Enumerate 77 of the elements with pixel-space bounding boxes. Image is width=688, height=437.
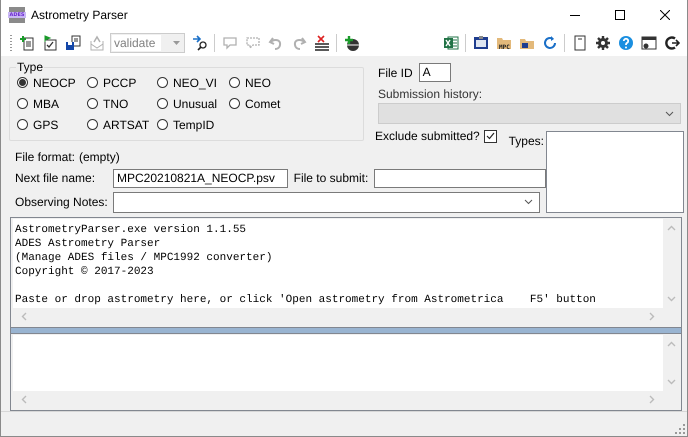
field-label: Observing Notes: <box>15 195 109 209</box>
radio-option[interactable]: Unusual <box>157 95 229 112</box>
radio-label: PCCP <box>103 76 136 90</box>
radio-label: NEOCP <box>33 76 76 90</box>
radio-button[interactable] <box>87 77 98 88</box>
field-label: Types: <box>508 134 544 148</box>
output-pane[interactable] <box>10 333 682 411</box>
radio-label: MBA <box>33 96 60 110</box>
help-icon <box>618 35 634 51</box>
radio-label: Comet <box>245 96 280 110</box>
radio-label: GPS <box>33 118 58 132</box>
radio-option[interactable]: TNO <box>87 95 157 112</box>
radio-option[interactable]: TempID <box>157 116 229 133</box>
spreadsheet-icon <box>442 35 458 51</box>
radio-button[interactable] <box>87 119 98 130</box>
globe-plus-icon <box>344 35 360 51</box>
radio-button[interactable] <box>17 98 28 109</box>
radio-label: NEO <box>245 76 272 90</box>
settings-icon <box>594 35 610 51</box>
radio-button[interactable] <box>17 119 28 130</box>
radio-button[interactable] <box>157 98 168 109</box>
checkbox[interactable] <box>484 130 497 142</box>
log-text: AstrometryParser.exe version 1.1.55 ADES Astrometry Parser (Manage ADES files / MPC1992 converter) Copyright © 2017-2023 Paste or drop astrometry here, or click 'Open astrometry from Astrometrica F5' button <box>14 223 597 308</box>
radio-option[interactable]: PCCP <box>87 74 157 91</box>
add-file-icon <box>18 35 34 51</box>
save-icon <box>64 35 80 51</box>
log-pane[interactable] <box>10 217 682 328</box>
radio-option[interactable]: Comet <box>229 95 299 112</box>
refresh-icon <box>542 35 558 51</box>
radio-button[interactable] <box>17 77 28 88</box>
types-list[interactable] <box>546 131 684 213</box>
field-label: File ID <box>378 66 413 80</box>
envelope-icon <box>88 35 104 51</box>
radio-label: Unusual <box>173 96 218 110</box>
exit-icon <box>664 35 680 51</box>
clear-list-icon <box>314 35 330 51</box>
undo-icon <box>268 35 284 51</box>
radio-option[interactable]: NEO <box>229 74 299 91</box>
radio-label: TNO <box>103 96 128 110</box>
radio-option[interactable]: NEO_VI <box>157 74 229 91</box>
maximize-icon <box>614 10 624 20</box>
dropdown-arrow-icon <box>173 41 180 45</box>
window-help-icon <box>640 35 656 51</box>
radio-button[interactable] <box>157 77 168 88</box>
check-icon <box>486 132 495 140</box>
observing-notes-dropdown[interactable] <box>113 192 540 212</box>
radio-label: NEO_VI <box>173 76 218 90</box>
file-to-submit-field[interactable] <box>374 168 546 188</box>
check-file-icon <box>42 35 58 51</box>
monitor-icon <box>472 35 488 51</box>
group-title: Type <box>16 60 44 74</box>
window-title: Astrometry Parser <box>31 8 129 22</box>
close-icon <box>660 10 670 20</box>
field-label: Next file name: <box>15 171 96 185</box>
comment-icon <box>244 35 260 51</box>
field-label: File to submit: <box>294 171 368 185</box>
field-label: Submission history: <box>378 87 484 101</box>
file-id-field[interactable]: A <box>418 63 451 82</box>
field-label: File format: <box>15 150 76 164</box>
search-arrow-icon <box>192 35 208 51</box>
folder-icon <box>496 35 512 51</box>
radio-option[interactable]: MBA <box>17 95 87 112</box>
radio-label: ARTSAT <box>103 118 150 132</box>
radio-option[interactable]: GPS <box>17 116 87 133</box>
resize-grip-icon[interactable] <box>675 424 685 434</box>
radio-button[interactable] <box>229 77 240 88</box>
radio-button[interactable] <box>229 98 240 109</box>
radio-button[interactable] <box>157 119 168 130</box>
file-format-value: (empty) <box>79 150 120 164</box>
document-icon <box>572 35 588 51</box>
radio-option[interactable]: ARTSAT <box>87 116 157 133</box>
next-file-name-field[interactable]: MPC20210821A_NEOCP.psv <box>113 168 288 188</box>
comment-icon <box>222 35 238 51</box>
checkbox-label: Exclude submitted? <box>375 129 480 143</box>
radio-button[interactable] <box>87 98 98 109</box>
radio-label: TempID <box>173 118 214 132</box>
radio-option[interactable]: NEOCP <box>17 74 87 91</box>
